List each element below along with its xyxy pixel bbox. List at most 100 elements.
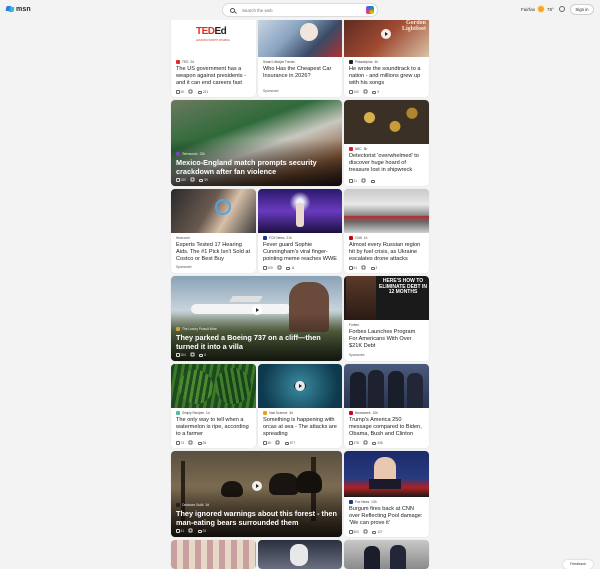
like-icon[interactable] — [176, 90, 180, 94]
like-icon[interactable] — [349, 90, 353, 94]
like-count: 100 — [353, 90, 359, 94]
card-title[interactable]: Something is happening with orcas at sea… — [263, 417, 338, 438]
comment-icon[interactable] — [197, 529, 202, 533]
news-card[interactable]: TEDEd LESSONS WORTH SHARING TED 2d The US… — [171, 17, 256, 97]
search-box[interactable] — [222, 3, 378, 17]
like-count: 41 — [180, 529, 185, 533]
news-card[interactable]: CNN 1h Almost every Russian region hit by… — [344, 189, 429, 273]
source-name: Philadelphia — [355, 59, 373, 64]
news-card[interactable] — [171, 540, 256, 569]
gear-icon[interactable] — [559, 6, 565, 12]
comment-icon[interactable] — [284, 441, 289, 445]
card-image — [344, 364, 429, 408]
dislike-icon[interactable] — [189, 529, 193, 533]
news-card[interactable]: HERE'S HOW TO ELIMINATE DEBT IN 12 MONTH… — [344, 276, 429, 361]
search-input[interactable] — [242, 7, 362, 13]
comment-icon[interactable] — [199, 178, 204, 182]
news-card[interactable]: NBC 8h Detectorist 'overwhelmed' to disco… — [344, 100, 429, 186]
news-card[interactable]: Newsweek 10h Trump's America 250 message … — [344, 364, 429, 448]
comment-icon[interactable] — [286, 266, 291, 270]
like-icon[interactable] — [263, 266, 267, 270]
news-card[interactable] — [344, 540, 429, 569]
news-card[interactable]: Gordon Lightfoot Philadelphia 4h He wrote… — [344, 17, 429, 97]
source-name: Vast Science — [269, 410, 288, 415]
like-icon[interactable] — [176, 529, 180, 533]
card-title[interactable]: They parked a Boeing 737 on a cliff—then… — [176, 333, 338, 351]
card-image — [258, 540, 342, 569]
play-icon[interactable] — [252, 305, 262, 315]
card-title[interactable]: Detectorist 'overwhelmed' to discover hu… — [349, 153, 425, 174]
source-name: Hear.com — [176, 235, 190, 240]
weather-city: Fairfax — [521, 6, 536, 12]
news-card[interactable]: Hear.com Experts Tested 17 Hearing Aids.… — [171, 189, 256, 273]
dislike-icon[interactable] — [362, 179, 366, 183]
card-title[interactable]: Mexico-England match prompts security cr… — [176, 158, 338, 176]
dislike-icon[interactable] — [362, 266, 366, 270]
news-card-featured[interactable]: Outdoors Guild 3d They ignored warnings a… — [171, 451, 342, 537]
card-title[interactable]: Forbes Launches Program For Americans Wi… — [349, 329, 425, 350]
news-card[interactable]: Fox News 13h Burgum fires back at CNN ove… — [344, 451, 429, 537]
play-icon[interactable] — [295, 381, 305, 391]
dislike-icon[interactable] — [189, 90, 193, 94]
card-title[interactable]: Almost every Russian region hit by fuel … — [349, 242, 425, 263]
card-title[interactable]: Burgum fires back at CNN over Reflecting… — [349, 506, 425, 527]
dislike-icon[interactable] — [363, 90, 368, 94]
like-count: 4K — [267, 441, 272, 445]
play-icon[interactable] — [252, 481, 262, 491]
news-card[interactable]: FOX News 21h Fever guard Sophie Cunningha… — [258, 189, 342, 273]
dislike-icon[interactable] — [277, 266, 282, 270]
card-title[interactable]: He wrote the soundtrack to a nation - an… — [349, 66, 425, 87]
time-ago: 21h — [286, 235, 292, 240]
source-name: TED — [182, 59, 189, 64]
source-logo-icon — [349, 146, 353, 151]
card-title[interactable]: Fever guard Sophie Cunningham's viral fi… — [263, 242, 338, 263]
comment-icon[interactable] — [372, 530, 377, 534]
news-card[interactable]: Simply Recipes 1d The only way to tell wh… — [171, 364, 256, 448]
dislike-icon[interactable] — [276, 441, 280, 445]
like-icon[interactable] — [349, 179, 353, 183]
like-count: 289 — [180, 178, 186, 182]
news-card[interactable]: Smart Lifestyle Trends Who Has the Cheap… — [258, 17, 342, 97]
card-title[interactable]: The only way to tell when a watermelon i… — [176, 417, 252, 438]
comment-icon[interactable] — [199, 353, 204, 357]
feedback-button[interactable]: Feedback — [563, 560, 593, 569]
like-icon[interactable] — [349, 441, 353, 445]
comment-icon[interactable] — [372, 441, 377, 445]
dislike-icon[interactable] — [363, 530, 368, 534]
like-icon[interactable] — [349, 266, 353, 270]
source-logo-icon — [176, 410, 180, 415]
news-card[interactable]: Vast Science 3d Something is happening wi… — [258, 364, 342, 448]
card-title[interactable]: The US government has a weapon against p… — [176, 66, 252, 87]
news-card[interactable] — [258, 540, 342, 569]
comment-icon[interactable] — [197, 90, 202, 94]
like-icon[interactable] — [349, 530, 353, 534]
source-logo-icon — [349, 235, 353, 240]
like-icon[interactable] — [263, 441, 267, 445]
like-icon[interactable] — [176, 353, 180, 357]
card-title[interactable]: Who Has the Cheapest Car Insurance in 20… — [263, 66, 338, 80]
comment-icon[interactable] — [370, 179, 375, 183]
like-count: 803 — [353, 530, 359, 534]
source-name: Fox News — [355, 499, 370, 504]
dislike-icon[interactable] — [189, 441, 193, 445]
sign-in-button[interactable]: Sign in — [570, 4, 594, 15]
like-icon[interactable] — [176, 178, 180, 182]
card-title[interactable]: They ignored warnings about this forest … — [176, 509, 338, 527]
dislike-icon[interactable] — [190, 178, 195, 182]
dislike-icon[interactable] — [190, 353, 195, 357]
news-card-featured[interactable]: The Luxury Pursuit Wow They parked a Boe… — [171, 276, 342, 361]
news-card-featured[interactable]: Telemundo 23h Mexico-England match prompt… — [171, 100, 342, 186]
dislike-icon[interactable] — [363, 441, 368, 445]
comment-icon[interactable] — [370, 266, 375, 270]
comment-icon[interactable] — [197, 441, 202, 445]
weather-widget[interactable]: Fairfax 75° — [521, 6, 554, 12]
comment-icon[interactable] — [372, 90, 377, 94]
play-icon[interactable] — [381, 29, 391, 39]
card-title[interactable]: Trump's America 250 message compared to … — [349, 417, 425, 438]
copilot-icon[interactable] — [366, 6, 374, 14]
source-name: NBC — [355, 146, 362, 151]
msn-logo[interactable]: msn — [6, 5, 31, 13]
like-icon[interactable] — [176, 441, 180, 445]
card-title[interactable]: Experts Tested 17 Hearing Aids. The #1 P… — [176, 242, 252, 263]
comment-count: 3 — [375, 266, 378, 270]
